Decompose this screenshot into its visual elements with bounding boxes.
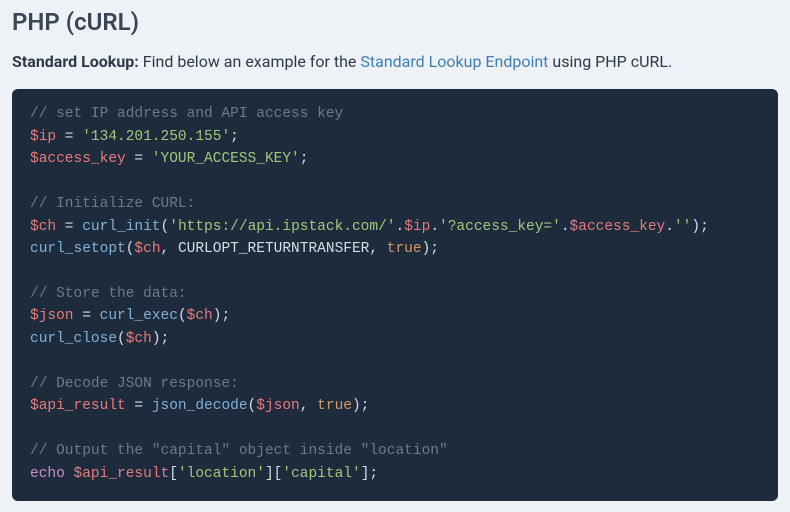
code-punc: ; (300, 151, 309, 167)
code-comment: // Decode JSON response: (30, 376, 239, 392)
code-punc: ( (117, 331, 126, 347)
code-string: 'capital' (282, 466, 360, 482)
code-punc: ( (178, 308, 187, 324)
code-var: $access_key (570, 219, 666, 235)
code-punc: ; (230, 129, 239, 145)
code-var: $api_result (74, 466, 170, 482)
code-func: curl_setopt (30, 241, 126, 257)
code-func: curl_exec (100, 308, 178, 324)
code-op: . (396, 219, 405, 235)
code-punc: [ (169, 466, 178, 482)
code-op: . (430, 219, 439, 235)
code-block: // set IP address and API access key $ip… (12, 89, 778, 501)
code-var: $ch (126, 331, 152, 347)
code-bool: true (317, 398, 352, 414)
code-string: '?access_key=' (439, 219, 561, 235)
code-const: CURLOPT_RETURNTRANSFER (178, 241, 369, 257)
description-paragraph: Standard Lookup: Find below an example f… (12, 50, 778, 73)
code-string: 'https://api.ipstack.com/' (169, 219, 395, 235)
code-op: = (126, 398, 152, 414)
standard-lookup-link[interactable]: Standard Lookup Endpoint (360, 52, 548, 71)
code-punc: ][ (265, 466, 282, 482)
code-punc: ( (248, 398, 257, 414)
code-punc: ); (422, 241, 439, 257)
code-punc: ( (161, 219, 170, 235)
code-func: curl_init (82, 219, 160, 235)
code-punc: , (161, 241, 178, 257)
code-comment: // set IP address and API access key (30, 106, 343, 122)
code-string: '' (674, 219, 691, 235)
code-func: json_decode (152, 398, 248, 414)
code-var: $json (256, 398, 300, 414)
code-comment: // Initialize CURL: (30, 196, 195, 212)
code-punc: , (369, 241, 386, 257)
code-op: = (56, 129, 82, 145)
code-space (65, 466, 74, 482)
code-punc: ); (352, 398, 369, 414)
code-string: 'location' (178, 466, 265, 482)
description-text-after: using PHP cURL. (548, 52, 672, 71)
code-var: $ch (187, 308, 213, 324)
code-keyword: echo (30, 466, 65, 482)
code-var: $api_result (30, 398, 126, 414)
code-op: . (561, 219, 570, 235)
code-var: $ch (134, 241, 160, 257)
code-func: curl_close (30, 331, 117, 347)
code-bool: true (387, 241, 422, 257)
code-op: . (665, 219, 674, 235)
code-var: $access_key (30, 151, 126, 167)
code-var: $json (30, 308, 74, 324)
code-punc: ); (691, 219, 708, 235)
code-var: $ip (30, 129, 56, 145)
code-var: $ch (30, 219, 56, 235)
section-heading: PHP (cURL) (12, 8, 778, 36)
code-op: = (56, 219, 82, 235)
code-punc: ]; (361, 466, 378, 482)
code-var: $ip (404, 219, 430, 235)
code-op: = (74, 308, 100, 324)
code-comment: // Output the "capital" object inside "l… (30, 443, 448, 459)
code-op: = (126, 151, 152, 167)
code-punc: ); (213, 308, 230, 324)
code-punc: , (300, 398, 317, 414)
code-string: 'YOUR_ACCESS_KEY' (152, 151, 300, 167)
code-string: '134.201.250.155' (82, 129, 230, 145)
description-bold: Standard Lookup: (12, 52, 139, 71)
code-comment: // Store the data: (30, 286, 187, 302)
description-text-before: Find below an example for the (139, 52, 361, 71)
code-punc: ); (152, 331, 169, 347)
